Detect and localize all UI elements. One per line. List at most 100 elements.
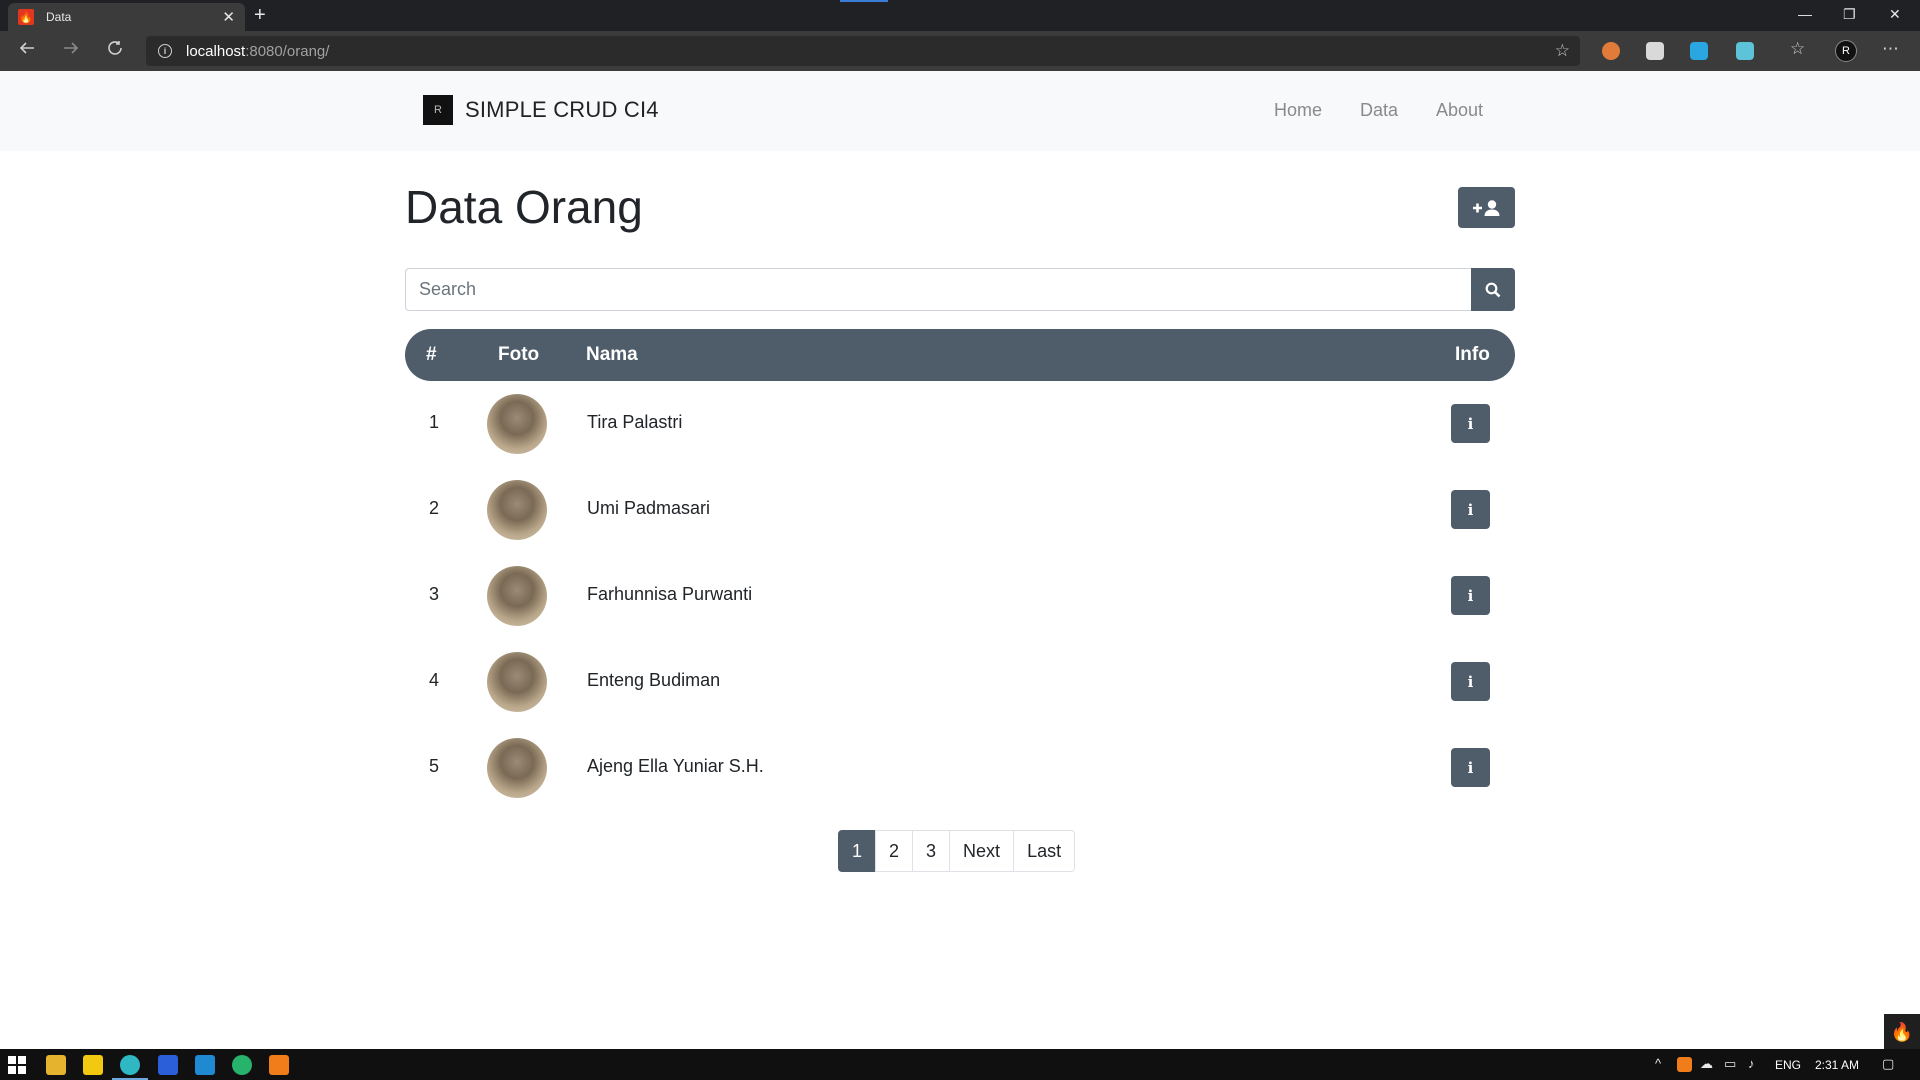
- extension-4-icon[interactable]: [1736, 42, 1754, 60]
- user-plus-icon: [1472, 199, 1499, 216]
- favorite-star-icon[interactable]: ☆: [1555, 41, 1570, 61]
- table-row: 2 Umi Padmasari i: [405, 467, 1515, 553]
- column-header-number: #: [426, 344, 437, 365]
- person-photo: [487, 738, 547, 798]
- search-input[interactable]: [405, 268, 1471, 311]
- info-icon: i: [1467, 758, 1474, 777]
- table-header: # Foto Nama Info: [405, 329, 1515, 381]
- notifications-icon[interactable]: ▢: [1882, 1056, 1894, 1072]
- info-button[interactable]: i: [1451, 576, 1490, 615]
- brand-title: SIMPLE CRUD CI4: [465, 97, 659, 122]
- edge-icon[interactable]: [120, 1055, 140, 1075]
- info-button[interactable]: i: [1451, 490, 1490, 529]
- person-photo: [487, 480, 547, 540]
- add-person-button[interactable]: [1458, 187, 1515, 228]
- person-photo: [487, 652, 547, 712]
- nav-link-home[interactable]: Home: [1274, 100, 1322, 121]
- table-row: 4 Enteng Budiman i: [405, 639, 1515, 725]
- column-header-info: Info: [1455, 344, 1490, 365]
- person-name: Tira Palastri: [587, 412, 683, 432]
- edge-dev-icon[interactable]: [232, 1055, 252, 1075]
- browser-titlebar: 🔥 Data ✕ + — ❐ ✕: [0, 0, 1920, 31]
- window-close-icon[interactable]: ✕: [1889, 6, 1901, 23]
- row-number: 2: [429, 498, 440, 518]
- site-info-icon[interactable]: i: [158, 44, 172, 58]
- person-name: Ajeng Ella Yuniar S.H.: [587, 756, 764, 776]
- tray-xampp-icon[interactable]: [1677, 1057, 1692, 1072]
- network-icon[interactable]: ▭: [1724, 1056, 1736, 1072]
- start-icon[interactable]: [8, 1056, 26, 1074]
- codeigniter-debug-toolbar-icon[interactable]: 🔥: [1884, 1014, 1920, 1050]
- file-explorer-icon[interactable]: [46, 1055, 66, 1075]
- column-header-nama: Nama: [586, 344, 638, 365]
- extension-3-icon[interactable]: [1690, 42, 1708, 60]
- tab-close-icon[interactable]: ✕: [222, 10, 235, 25]
- row-number: 3: [429, 584, 440, 604]
- clock[interactable]: 2:31 AM: [1815, 1058, 1859, 1072]
- person-photo: [487, 394, 547, 454]
- onedrive-icon[interactable]: ☁: [1700, 1056, 1713, 1072]
- table-row: 3 Farhunnisa Purwanti i: [405, 553, 1515, 639]
- tab-title: Data: [46, 10, 72, 24]
- search-icon: [1485, 282, 1501, 297]
- extension-2-icon[interactable]: [1646, 42, 1664, 60]
- pagination: 1 2 3 Next Last: [838, 830, 1076, 872]
- column-header-foto: Foto: [498, 344, 540, 365]
- info-icon: i: [1467, 414, 1474, 433]
- info-icon: i: [1467, 500, 1474, 519]
- page-content: R SIMPLE CRUD CI4 Home Data About Data O…: [0, 71, 1920, 1049]
- browser-tab[interactable]: 🔥 Data ✕: [8, 3, 245, 31]
- windows-taskbar: ^ ☁ ▭ ♪ ENG 2:31 AM ▢: [0, 1049, 1920, 1080]
- browser-toolbar: i localhost:8080/orang/ ☆ ☆ R ⋯: [0, 31, 1920, 71]
- minimize-icon[interactable]: —: [1798, 6, 1812, 22]
- row-number: 1: [429, 412, 440, 432]
- url-text: localhost:8080/orang/: [186, 43, 329, 60]
- codeigniter-favicon-icon: 🔥: [18, 9, 34, 25]
- nav-link-about[interactable]: About: [1436, 100, 1483, 121]
- person-name: Umi Padmasari: [587, 498, 711, 518]
- info-button[interactable]: i: [1451, 662, 1490, 701]
- xampp-icon[interactable]: [269, 1055, 289, 1075]
- active-window-indicator: [840, 0, 888, 2]
- search-button[interactable]: [1471, 268, 1515, 311]
- info-button[interactable]: i: [1451, 748, 1490, 787]
- person-photo: [487, 566, 547, 626]
- info-button[interactable]: i: [1451, 404, 1490, 443]
- brand-logo-icon: R: [423, 95, 453, 125]
- url-path: :8080/orang/: [245, 42, 330, 60]
- page-link-1[interactable]: 1: [838, 830, 877, 872]
- back-icon[interactable]: [18, 39, 36, 62]
- volume-icon[interactable]: ♪: [1748, 1056, 1755, 1071]
- page-link-3[interactable]: 3: [912, 830, 951, 872]
- page-link-2[interactable]: 2: [875, 830, 914, 872]
- refresh-icon[interactable]: [106, 39, 124, 62]
- tray-overflow-icon[interactable]: ^: [1655, 1056, 1661, 1071]
- forward-icon[interactable]: [62, 39, 80, 62]
- page-link-next[interactable]: Next: [949, 830, 1015, 872]
- person-name: Farhunnisa Purwanti: [587, 584, 753, 604]
- new-tab-button[interactable]: +: [254, 4, 266, 26]
- row-number: 5: [429, 756, 440, 776]
- search-form: [405, 268, 1515, 311]
- favorites-icon[interactable]: ☆: [1790, 39, 1805, 59]
- sticky-notes-icon[interactable]: [83, 1055, 103, 1075]
- page-title: Data Orang: [405, 181, 643, 233]
- powershell-icon[interactable]: [158, 1055, 178, 1075]
- extension-1-icon[interactable]: [1602, 42, 1620, 60]
- profile-avatar[interactable]: R: [1835, 40, 1857, 62]
- row-number: 4: [429, 670, 440, 690]
- person-name: Enteng Budiman: [587, 670, 721, 690]
- table-row: 5 Ajeng Ella Yuniar S.H. i: [405, 725, 1515, 811]
- address-bar[interactable]: i localhost:8080/orang/ ☆: [146, 36, 1580, 66]
- language-indicator[interactable]: ENG: [1775, 1058, 1801, 1072]
- table-row: 1 Tira Palastri i: [405, 381, 1515, 467]
- restore-icon[interactable]: ❐: [1843, 6, 1856, 23]
- navbar: R SIMPLE CRUD CI4 Home Data About: [0, 71, 1920, 151]
- brand[interactable]: R SIMPLE CRUD CI4: [423, 95, 659, 125]
- info-icon: i: [1467, 586, 1474, 605]
- more-menu-icon[interactable]: ⋯: [1882, 39, 1899, 59]
- nav-link-data[interactable]: Data: [1360, 100, 1398, 121]
- page-link-last[interactable]: Last: [1013, 830, 1076, 872]
- url-host: localhost: [186, 42, 246, 60]
- vscode-icon[interactable]: [195, 1055, 215, 1075]
